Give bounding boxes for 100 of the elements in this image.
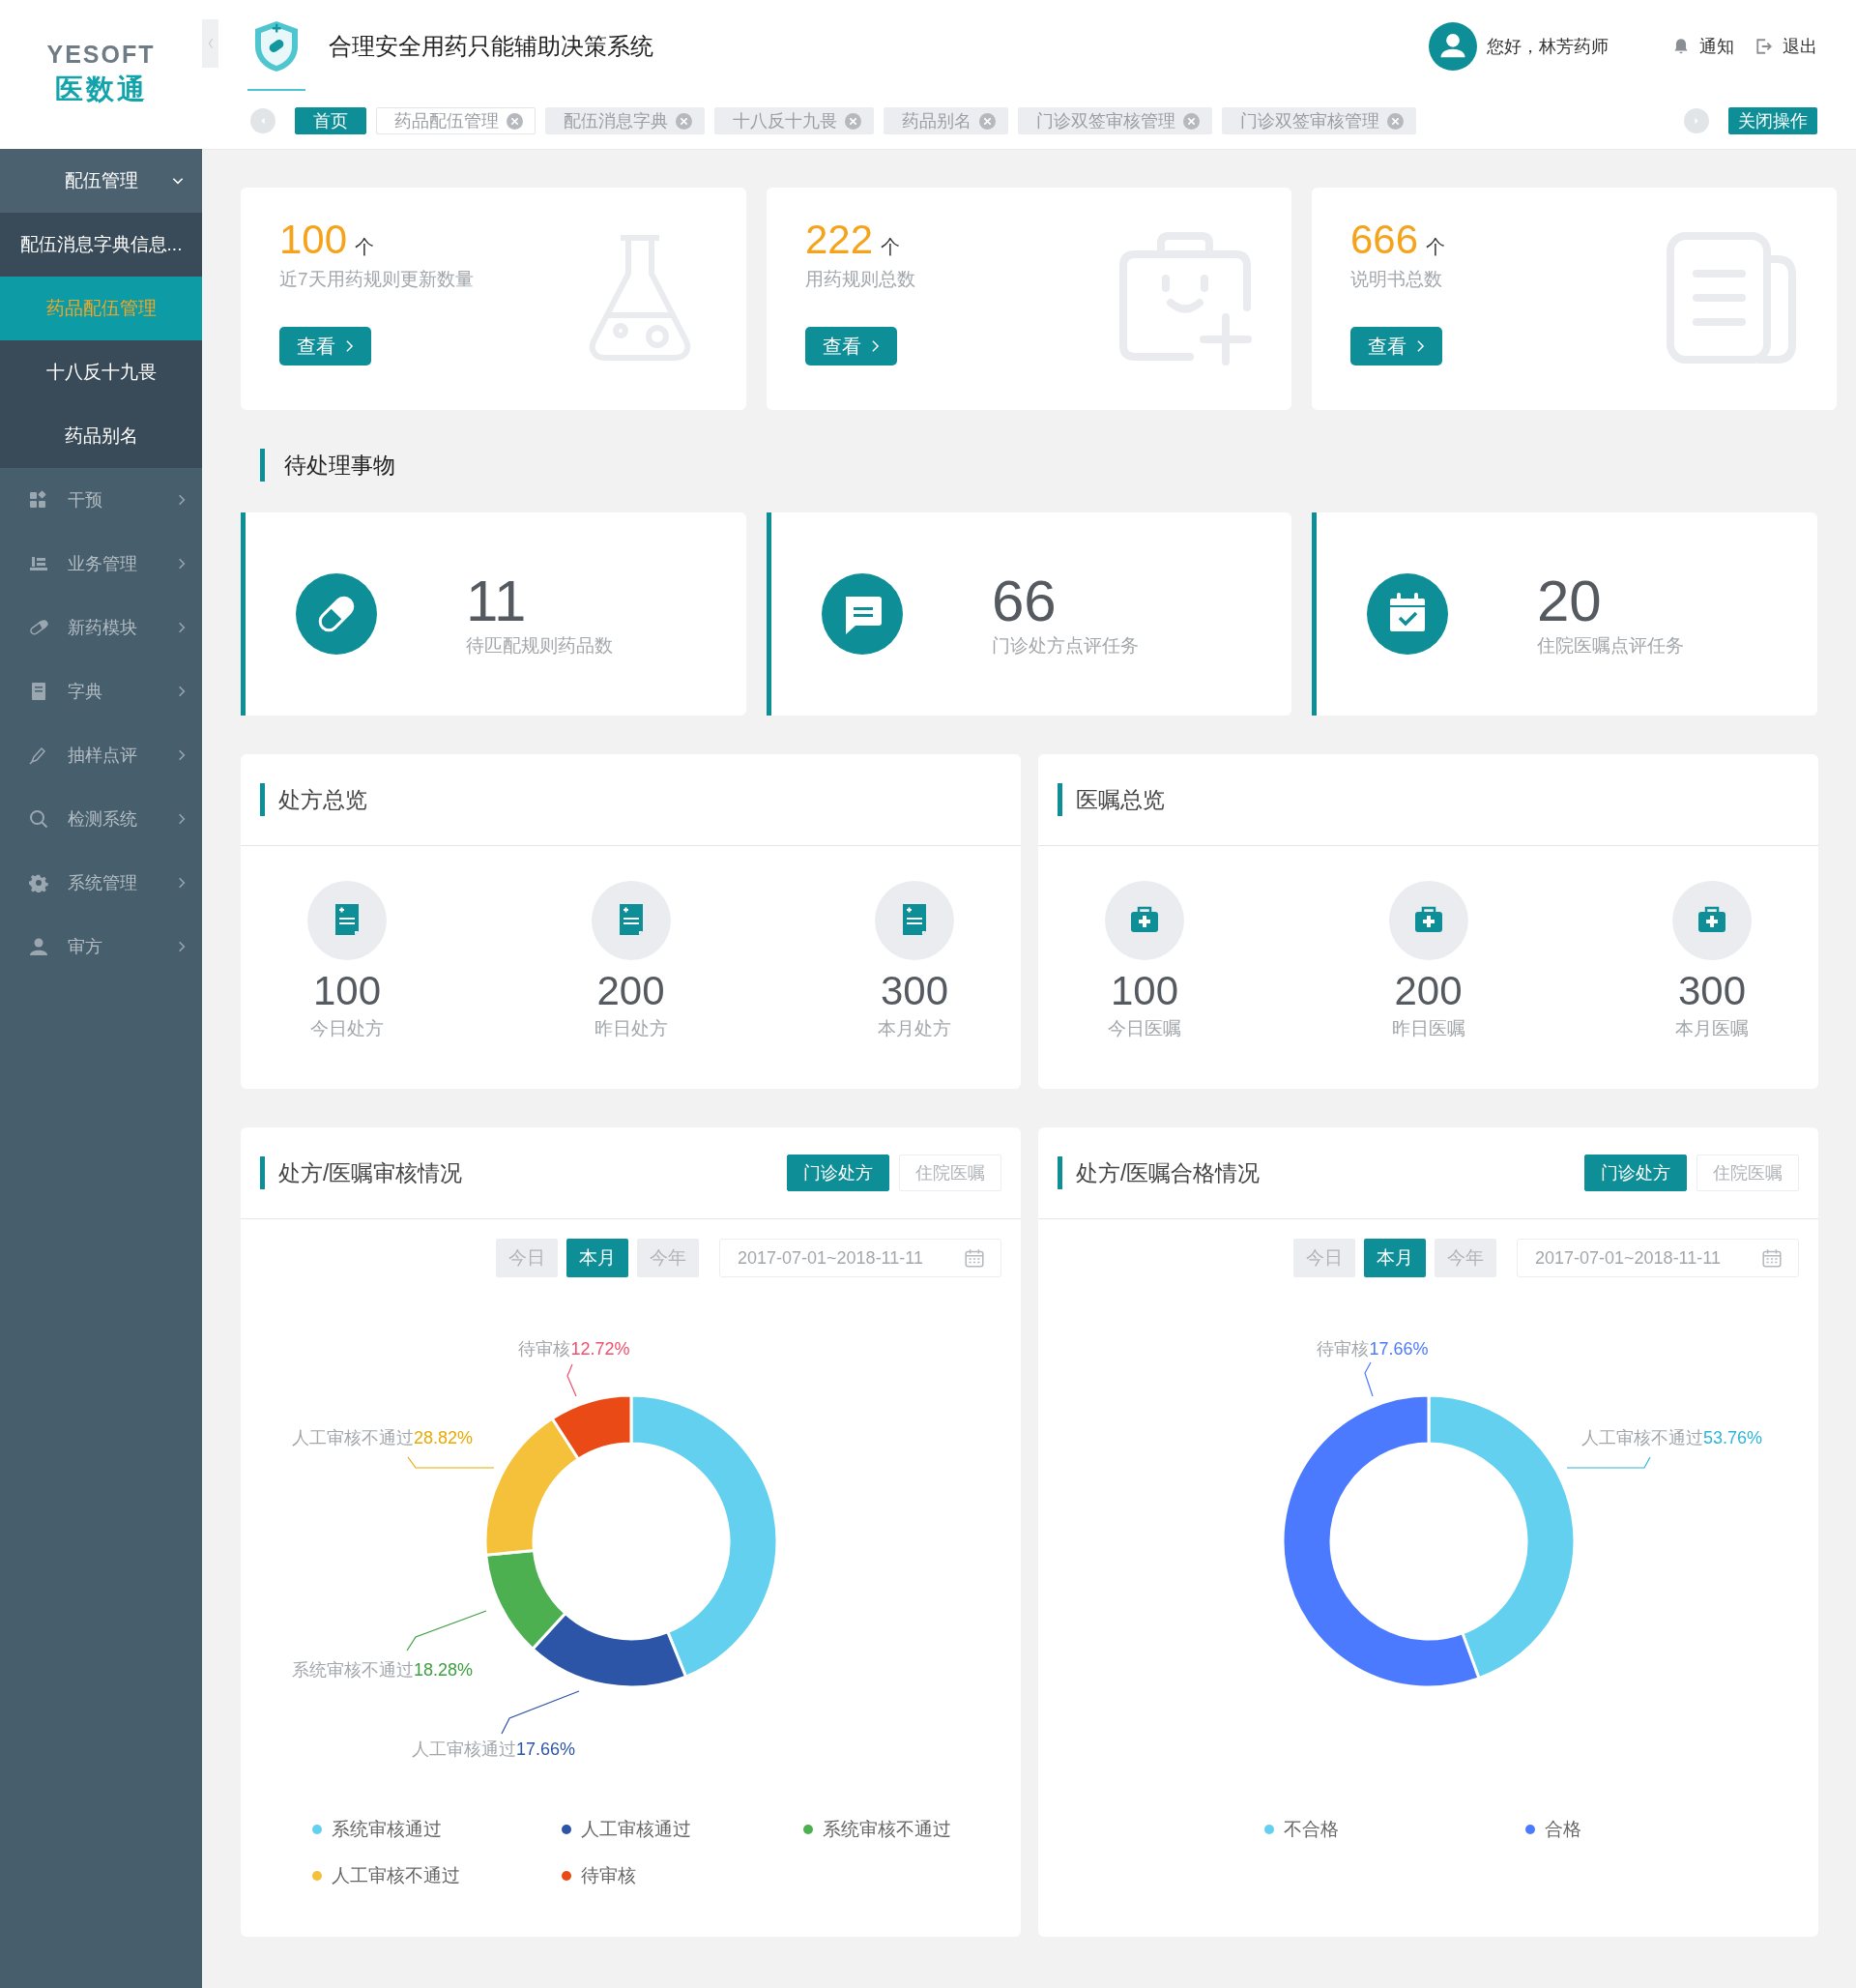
view-button[interactable]: 查看 bbox=[1350, 327, 1442, 365]
menu-item[interactable]: 抽样点评 bbox=[0, 723, 202, 787]
source-toggle[interactable]: 门诊处方 bbox=[787, 1155, 889, 1191]
collapse-toggle[interactable] bbox=[202, 19, 218, 68]
pill-icon bbox=[29, 618, 48, 637]
menu-item[interactable]: 干预 bbox=[0, 468, 202, 532]
date-range-field[interactable]: 2017-07-01~2018-11-11 bbox=[719, 1239, 1001, 1277]
user-greeting: 您好，林芳药师 bbox=[1487, 36, 1609, 58]
menu-item[interactable]: 字典 bbox=[0, 659, 202, 723]
view-button[interactable]: 查看 bbox=[279, 327, 371, 365]
close-icon[interactable] bbox=[1387, 112, 1404, 130]
settings-icon bbox=[29, 873, 48, 892]
close-icon[interactable] bbox=[507, 112, 523, 130]
overview-value: 200 bbox=[1394, 968, 1463, 1014]
medkit-icon bbox=[1672, 881, 1752, 960]
submenu-item[interactable]: 十八反十九畏 bbox=[0, 340, 202, 404]
panel-title: 医嘱总览 bbox=[1058, 783, 1165, 816]
leader-line bbox=[566, 1363, 577, 1397]
legend-label: 系统审核通过 bbox=[332, 1818, 442, 1841]
close-icon[interactable] bbox=[979, 112, 996, 130]
chevron-icon bbox=[1416, 339, 1425, 353]
menu-group-header[interactable]: 配伍管理 bbox=[0, 149, 202, 213]
task-count: 20 bbox=[1537, 570, 1603, 633]
task-label: 待匹配规则药品数 bbox=[466, 634, 613, 658]
calendar-icon bbox=[1761, 1247, 1783, 1269]
logo-name: 医数通 bbox=[54, 72, 148, 106]
overview-value: 100 bbox=[312, 968, 382, 1014]
chat-icon bbox=[822, 573, 903, 655]
task-count: 66 bbox=[992, 570, 1058, 633]
page-tab[interactable]: 配伍消息字典 bbox=[545, 107, 705, 134]
overview-label: 昨日处方 bbox=[594, 1017, 668, 1040]
period-button[interactable]: 本月 bbox=[566, 1239, 628, 1277]
menu-item[interactable]: 审方 bbox=[0, 915, 202, 979]
section-title: 待处理事物 bbox=[260, 449, 1837, 482]
close-icon[interactable] bbox=[676, 112, 692, 130]
stat-unit: 个 bbox=[881, 235, 901, 259]
chevron-icon bbox=[345, 339, 354, 353]
page-tab[interactable]: 首页 bbox=[295, 107, 366, 134]
page-tab[interactable]: 药品配伍管理 bbox=[376, 107, 536, 134]
triangle-icon bbox=[1693, 117, 1700, 125]
document-icon bbox=[875, 881, 954, 960]
logo-brand: YESOFT bbox=[46, 40, 156, 69]
logout-button[interactable]: 退出 bbox=[1755, 35, 1817, 58]
panel-title: 处方/医嘱合格情况 bbox=[1058, 1156, 1261, 1189]
pen-icon bbox=[29, 746, 48, 765]
data-label: 人工审核不通过28.82% bbox=[291, 1428, 473, 1447]
menu-label: 新药模块 bbox=[68, 617, 138, 639]
submenu-item[interactable]: 药品别名 bbox=[0, 404, 202, 468]
menu-item[interactable]: 检测系统 bbox=[0, 787, 202, 851]
source-toggle[interactable]: 住院医嘱 bbox=[899, 1155, 1001, 1191]
scroll-left-button[interactable] bbox=[250, 108, 276, 133]
period-button[interactable]: 今年 bbox=[1435, 1239, 1496, 1277]
data-label: 待审核17.66% bbox=[1317, 1339, 1429, 1359]
page-tab[interactable]: 门诊双签审核管理 bbox=[1222, 107, 1416, 134]
menu-label: 抽样点评 bbox=[68, 745, 138, 767]
stat-unit: 个 bbox=[355, 235, 375, 259]
close-icon[interactable] bbox=[845, 112, 861, 130]
date-range-field[interactable]: 2017-07-01~2018-11-11 bbox=[1517, 1239, 1799, 1277]
overview-label: 今日处方 bbox=[310, 1017, 384, 1040]
task-count: 11 bbox=[466, 570, 528, 633]
menu-label: 审方 bbox=[68, 936, 103, 958]
leader-line bbox=[1364, 1361, 1374, 1397]
period-button[interactable]: 今年 bbox=[637, 1239, 699, 1277]
legend-label: 人工审核不通过 bbox=[332, 1864, 460, 1887]
scroll-right-button[interactable] bbox=[1684, 108, 1709, 133]
view-button[interactable]: 查看 bbox=[805, 327, 897, 365]
medkit-icon bbox=[1105, 881, 1184, 960]
close-icon[interactable] bbox=[1183, 112, 1200, 130]
page-tab[interactable]: 药品别名 bbox=[884, 107, 1008, 134]
menu-label: 字典 bbox=[68, 681, 103, 703]
pill-icon bbox=[296, 573, 377, 655]
submenu-item[interactable]: 配伍消息字典信息... bbox=[0, 213, 202, 277]
menu-item[interactable]: 系统管理 bbox=[0, 851, 202, 915]
source-toggle[interactable]: 住院医嘱 bbox=[1696, 1155, 1799, 1191]
stat-value: 222 bbox=[805, 217, 874, 263]
page-tab[interactable]: 十八反十九畏 bbox=[714, 107, 874, 134]
calendar-icon bbox=[1367, 573, 1448, 655]
close-all-button[interactable]: 关闭操作 bbox=[1728, 107, 1817, 134]
menu-item[interactable]: 业务管理 bbox=[0, 532, 202, 596]
task-label: 门诊处方点评任务 bbox=[992, 634, 1139, 658]
task-label: 住院医嘱点评任务 bbox=[1537, 634, 1684, 658]
notification-button[interactable]: 通知 bbox=[1672, 35, 1734, 58]
menu-item[interactable]: 新药模块 bbox=[0, 596, 202, 659]
logout-icon bbox=[1755, 38, 1773, 55]
board-icon bbox=[29, 554, 48, 573]
period-button[interactable]: 本月 bbox=[1364, 1239, 1426, 1277]
grid-icon bbox=[29, 490, 48, 510]
stat-label: 说明书总数 bbox=[1350, 268, 1443, 291]
page-tab[interactable]: 门诊双签审核管理 bbox=[1018, 107, 1212, 134]
overview-label: 今日医嘱 bbox=[1108, 1017, 1181, 1040]
overview-label: 昨日医嘱 bbox=[1391, 1017, 1465, 1040]
source-toggle[interactable]: 门诊处方 bbox=[1584, 1155, 1687, 1191]
document-icon bbox=[591, 881, 671, 960]
period-button[interactable]: 今日 bbox=[496, 1239, 558, 1277]
period-button[interactable]: 今日 bbox=[1293, 1239, 1355, 1277]
data-label: 人工审核通过17.66% bbox=[411, 1740, 575, 1759]
shield-logo-icon bbox=[252, 19, 301, 73]
book-icon bbox=[29, 682, 48, 701]
medkit-icon bbox=[1388, 881, 1468, 960]
document-icon bbox=[307, 881, 387, 960]
